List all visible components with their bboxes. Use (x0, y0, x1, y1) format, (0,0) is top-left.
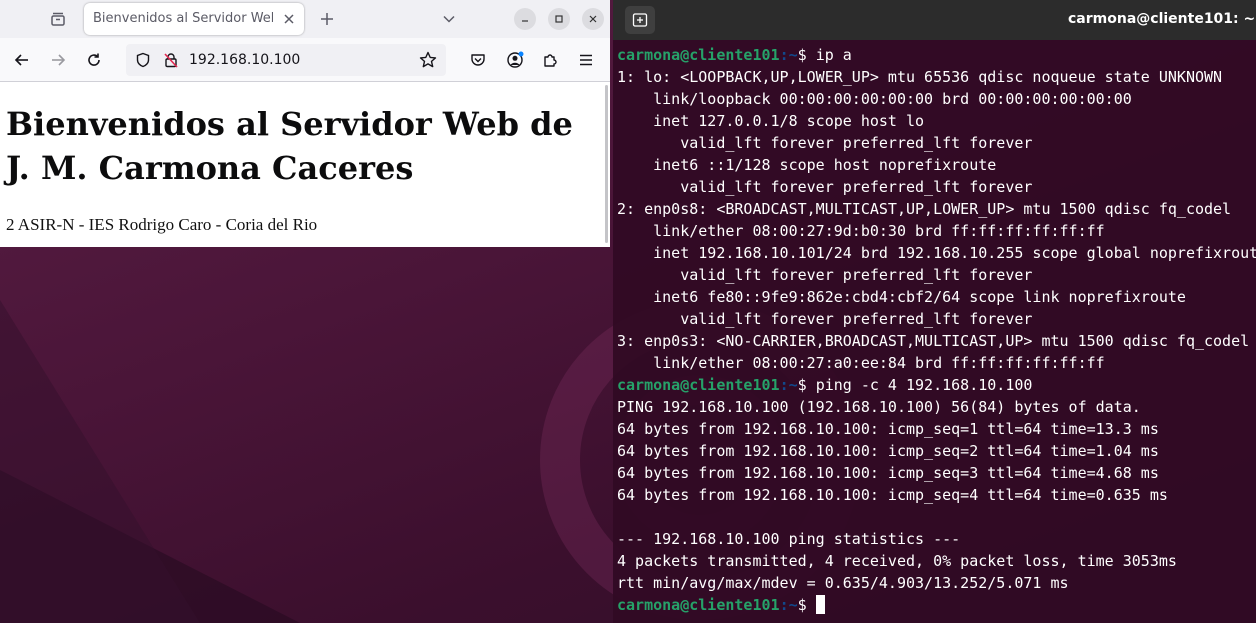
terminal-prompt-line: carmona@cliente101:~$ ip a (617, 44, 1256, 66)
pocket-button[interactable] (465, 47, 491, 73)
prompt-symbol: $ (797, 376, 816, 394)
web-page-content: Bienvenidos al Servidor Web de J. M. Car… (0, 82, 610, 247)
terminal-header-bar: carmona@cliente101: ~ (613, 0, 1256, 40)
prompt-symbol: $ (797, 46, 816, 64)
tab-close-button[interactable] (280, 10, 298, 28)
terminal-output-line: 3: enp0s3: <NO-CARRIER,BROADCAST,MULTICA… (617, 332, 1250, 350)
forward-arrow-icon (52, 54, 66, 66)
page-paragraph: 2 ASIR-N - IES Rodrigo Caro - Coria del … (6, 215, 318, 234)
prompt-symbol: $ (797, 596, 816, 614)
terminal-window: carmona@cliente101: ~ carmona@cliente101… (613, 0, 1256, 623)
terminal-output[interactable]: carmona@cliente101:~$ ip a 1: lo: <LOOPBA… (617, 44, 1256, 623)
terminal-output-line: inet6 fe80::9fe9:862e:cbd4:cbf2/64 scope… (617, 288, 1186, 306)
prompt-user: carmona@cliente101 (617, 46, 780, 64)
navigation-toolbar: 192.168.10.100 (0, 38, 610, 82)
terminal-output-line: valid_lft forever preferred_lft forever (617, 266, 1033, 284)
terminal-output-line: inet 127.0.0.1/8 scope host lo (617, 112, 925, 130)
maximize-icon (555, 15, 563, 23)
page-scrollbar[interactable] (605, 85, 608, 243)
reload-button[interactable] (81, 47, 107, 73)
back-button[interactable] (9, 47, 35, 73)
new-tab-button[interactable] (316, 8, 338, 30)
terminal-output-line: rtt min/avg/max/mdev = 0.635/4.903/13.25… (617, 574, 1069, 592)
page-heading: Bienvenidos al Servidor Web de J. M. Car… (6, 105, 573, 187)
browser-window: Bienvenidos al Servidor Web 192.168.10.1… (0, 0, 610, 247)
terminal-output-line: inet 192.168.10.101/24 brd 192.168.10.25… (617, 244, 1256, 262)
list-all-tabs-button[interactable] (438, 8, 460, 30)
terminal-command: ip a (815, 46, 852, 64)
url-bar[interactable]: 192.168.10.100 (126, 44, 446, 76)
terminal-output-line: 64 bytes from 192.168.10.100: icmp_seq=2… (617, 442, 1159, 460)
tab-list-icon (51, 12, 65, 26)
terminal-output-line: 2: enp0s8: <BROADCAST,MULTICAST,UP,LOWER… (617, 200, 1232, 218)
hamburger-menu-icon (580, 54, 592, 66)
insecure-lock-icon[interactable] (162, 51, 180, 69)
app-menu-button[interactable] (573, 47, 599, 73)
chevron-down-icon (443, 15, 455, 23)
bookmark-star-icon[interactable] (419, 51, 437, 69)
account-icon (507, 51, 524, 68)
extensions-button[interactable] (537, 47, 563, 73)
puzzle-icon (544, 54, 557, 67)
terminal-output-line: link/loopback 00:00:00:00:00:00 brd 00:0… (617, 90, 1132, 108)
url-text[interactable]: 192.168.10.100 (189, 52, 300, 68)
tracking-protection-shield-icon[interactable] (134, 51, 152, 69)
forward-button[interactable] (45, 47, 71, 73)
close-icon (284, 14, 294, 24)
prompt-path: :~ (779, 376, 798, 394)
terminal-prompt-line: carmona@cliente101:~$ ping -c 4 192.168.… (617, 374, 1256, 396)
terminal-output-line: 64 bytes from 192.168.10.100: icmp_seq=3… (617, 464, 1159, 482)
terminal-title: carmona@cliente101: ~ (1068, 11, 1256, 27)
terminal-output-line: valid_lft forever preferred_lft forever (617, 178, 1033, 196)
terminal-output-line: link/ether 08:00:27:9d:b0:30 brd ff:ff:f… (617, 222, 1105, 240)
terminal-cursor (815, 595, 825, 614)
plus-icon (321, 13, 333, 25)
terminal-output-line: PING 192.168.10.100 (192.168.10.100) 56(… (617, 398, 1141, 416)
minimize-icon (522, 20, 528, 22)
pocket-icon (471, 54, 485, 66)
maximize-button[interactable] (548, 8, 570, 30)
minimize-button[interactable] (514, 8, 536, 30)
close-window-icon (589, 15, 597, 23)
back-arrow-icon (14, 54, 28, 66)
terminal-output-line: 64 bytes from 192.168.10.100: icmp_seq=4… (617, 486, 1168, 504)
tab-bar: Bienvenidos al Servidor Web (0, 0, 610, 38)
terminal-output-line: --- 192.168.10.100 ping statistics --- (617, 530, 961, 548)
terminal-output-line: valid_lft forever preferred_lft forever (617, 134, 1033, 152)
tab-title: Bienvenidos al Servidor Web (93, 11, 273, 26)
terminal-new-tab-icon (632, 13, 648, 27)
reload-icon (88, 53, 100, 66)
close-window-button[interactable] (582, 8, 604, 30)
terminal-output-line: link/ether 08:00:27:a0:ee:84 brd ff:ff:f… (617, 354, 1105, 372)
terminal-new-tab-button[interactable] (625, 6, 655, 34)
tab-list-button[interactable] (44, 6, 72, 32)
terminal-output-line: 1: lo: <LOOPBACK,UP,LOWER_UP> mtu 65536 … (617, 68, 1223, 86)
terminal-output-line: 64 bytes from 192.168.10.100: icmp_seq=1… (617, 420, 1159, 438)
tab-active[interactable]: Bienvenidos al Servidor Web (84, 3, 304, 35)
terminal-command: ping -c 4 192.168.10.100 (815, 376, 1033, 394)
prompt-user: carmona@cliente101 (617, 596, 780, 614)
terminal-output-line: valid_lft forever preferred_lft forever (617, 310, 1033, 328)
terminal-output-line: inet6 ::1/128 scope host noprefixroute (617, 156, 997, 174)
prompt-user: carmona@cliente101 (617, 376, 780, 394)
prompt-path: :~ (779, 596, 798, 614)
prompt-path: :~ (779, 46, 798, 64)
account-button[interactable] (502, 47, 528, 73)
terminal-output-line: 4 packets transmitted, 4 received, 0% pa… (617, 552, 1177, 570)
terminal-prompt-line: carmona@cliente101:~$ (617, 594, 1256, 616)
